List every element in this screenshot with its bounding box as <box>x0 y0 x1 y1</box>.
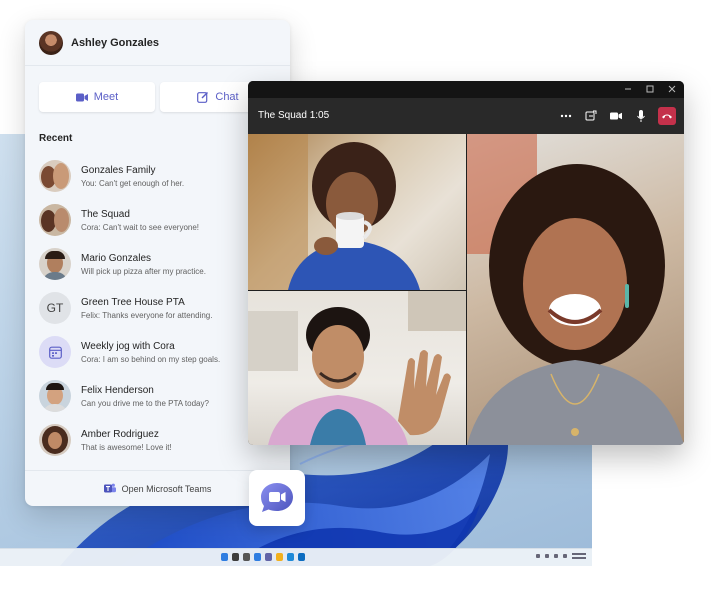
compose-icon <box>197 92 209 103</box>
screen: Ashley Gonzales Meet Chat Recent Gonzale… <box>0 0 711 599</box>
maximize-icon[interactable] <box>646 84 654 94</box>
item-preview: You: Can't get enough of her. <box>81 178 185 188</box>
teams-chat-app-icon <box>261 483 293 512</box>
microphone-icon[interactable] <box>635 107 647 125</box>
person-avatar <box>39 380 71 412</box>
search-icon[interactable] <box>232 553 239 561</box>
item-preview: Cora: I am so behind on my step goals. <box>81 354 221 364</box>
call-window: The Squad 1:05 <box>248 81 684 445</box>
item-name: Amber Rodriguez <box>81 428 159 440</box>
meet-label: Meet <box>93 91 119 103</box>
widgets-icon[interactable] <box>254 553 261 561</box>
clock[interactable] <box>572 553 586 559</box>
item-preview: Felix: Thanks everyone for attending. <box>81 310 213 320</box>
chat-label: Chat <box>215 91 239 103</box>
teams-logo-icon <box>103 483 116 493</box>
item-preview: That is awesome! Love it! <box>81 442 172 452</box>
video-tile-participant-2[interactable] <box>248 291 466 445</box>
item-name: Weekly jog with Cora <box>81 340 175 352</box>
call-title: The Squad 1:05 <box>258 110 330 121</box>
video-tile-participant-3[interactable] <box>467 134 684 445</box>
item-preview: Can you drive me to the PTA today? <box>81 398 209 408</box>
item-name: Mario Gonzales <box>81 252 152 264</box>
taskbar <box>0 548 592 566</box>
teams-taskbar-icon[interactable] <box>265 553 272 561</box>
participant-video-3 <box>467 134 684 445</box>
meet-button[interactable]: Meet <box>39 82 155 112</box>
initials-avatar: GT <box>39 292 71 324</box>
person-avatar <box>39 248 71 280</box>
edge-icon[interactable] <box>287 553 294 561</box>
call-controls-bar: The Squad 1:05 <box>248 98 684 134</box>
share-screen-icon[interactable] <box>584 107 598 125</box>
battery-icon[interactable] <box>563 554 567 558</box>
close-icon[interactable] <box>668 84 676 94</box>
item-preview: Will pick up pizza after my practice. <box>81 266 206 276</box>
start-icon[interactable] <box>221 553 228 561</box>
item-preview: Cora: Can't wait to see everyone! <box>81 222 200 232</box>
item-name: Gonzales Family <box>81 164 156 176</box>
item-name: Green Tree House PTA <box>81 296 185 308</box>
hang-up-icon <box>662 114 672 119</box>
calendar-icon <box>48 346 62 359</box>
chevron-up-icon[interactable] <box>536 554 540 558</box>
item-name: The Squad <box>81 208 130 220</box>
flyout-header: Ashley Gonzales <box>25 20 290 66</box>
participant-video-1 <box>248 134 420 290</box>
group-avatar <box>39 160 71 192</box>
minimize-icon[interactable] <box>624 84 632 94</box>
user-avatar[interactable] <box>39 30 63 55</box>
task-view-icon[interactable] <box>243 553 250 561</box>
store-icon[interactable] <box>298 553 305 561</box>
group-avatar <box>39 204 71 236</box>
system-tray[interactable] <box>536 553 586 559</box>
open-teams-label: Open Microsoft Teams <box>121 483 212 494</box>
file-explorer-icon[interactable] <box>276 553 283 561</box>
video-tile-participant-1[interactable] <box>248 134 466 290</box>
participant-video-2 <box>248 291 466 445</box>
person-avatar <box>39 424 71 456</box>
hang-up-button[interactable] <box>658 107 676 125</box>
more-options-icon[interactable] <box>559 107 573 125</box>
teams-app-tile[interactable] <box>249 470 305 526</box>
meeting-avatar <box>39 336 71 368</box>
camera-toggle-icon[interactable] <box>609 107 623 125</box>
item-name: Felix Henderson <box>81 384 154 396</box>
user-name: Ashley Gonzales <box>71 36 160 49</box>
volume-icon[interactable] <box>554 554 558 558</box>
wifi-icon[interactable] <box>545 554 549 558</box>
video-camera-icon <box>75 93 88 101</box>
recent-heading: Recent <box>39 133 73 144</box>
window-titlebar <box>248 81 684 98</box>
